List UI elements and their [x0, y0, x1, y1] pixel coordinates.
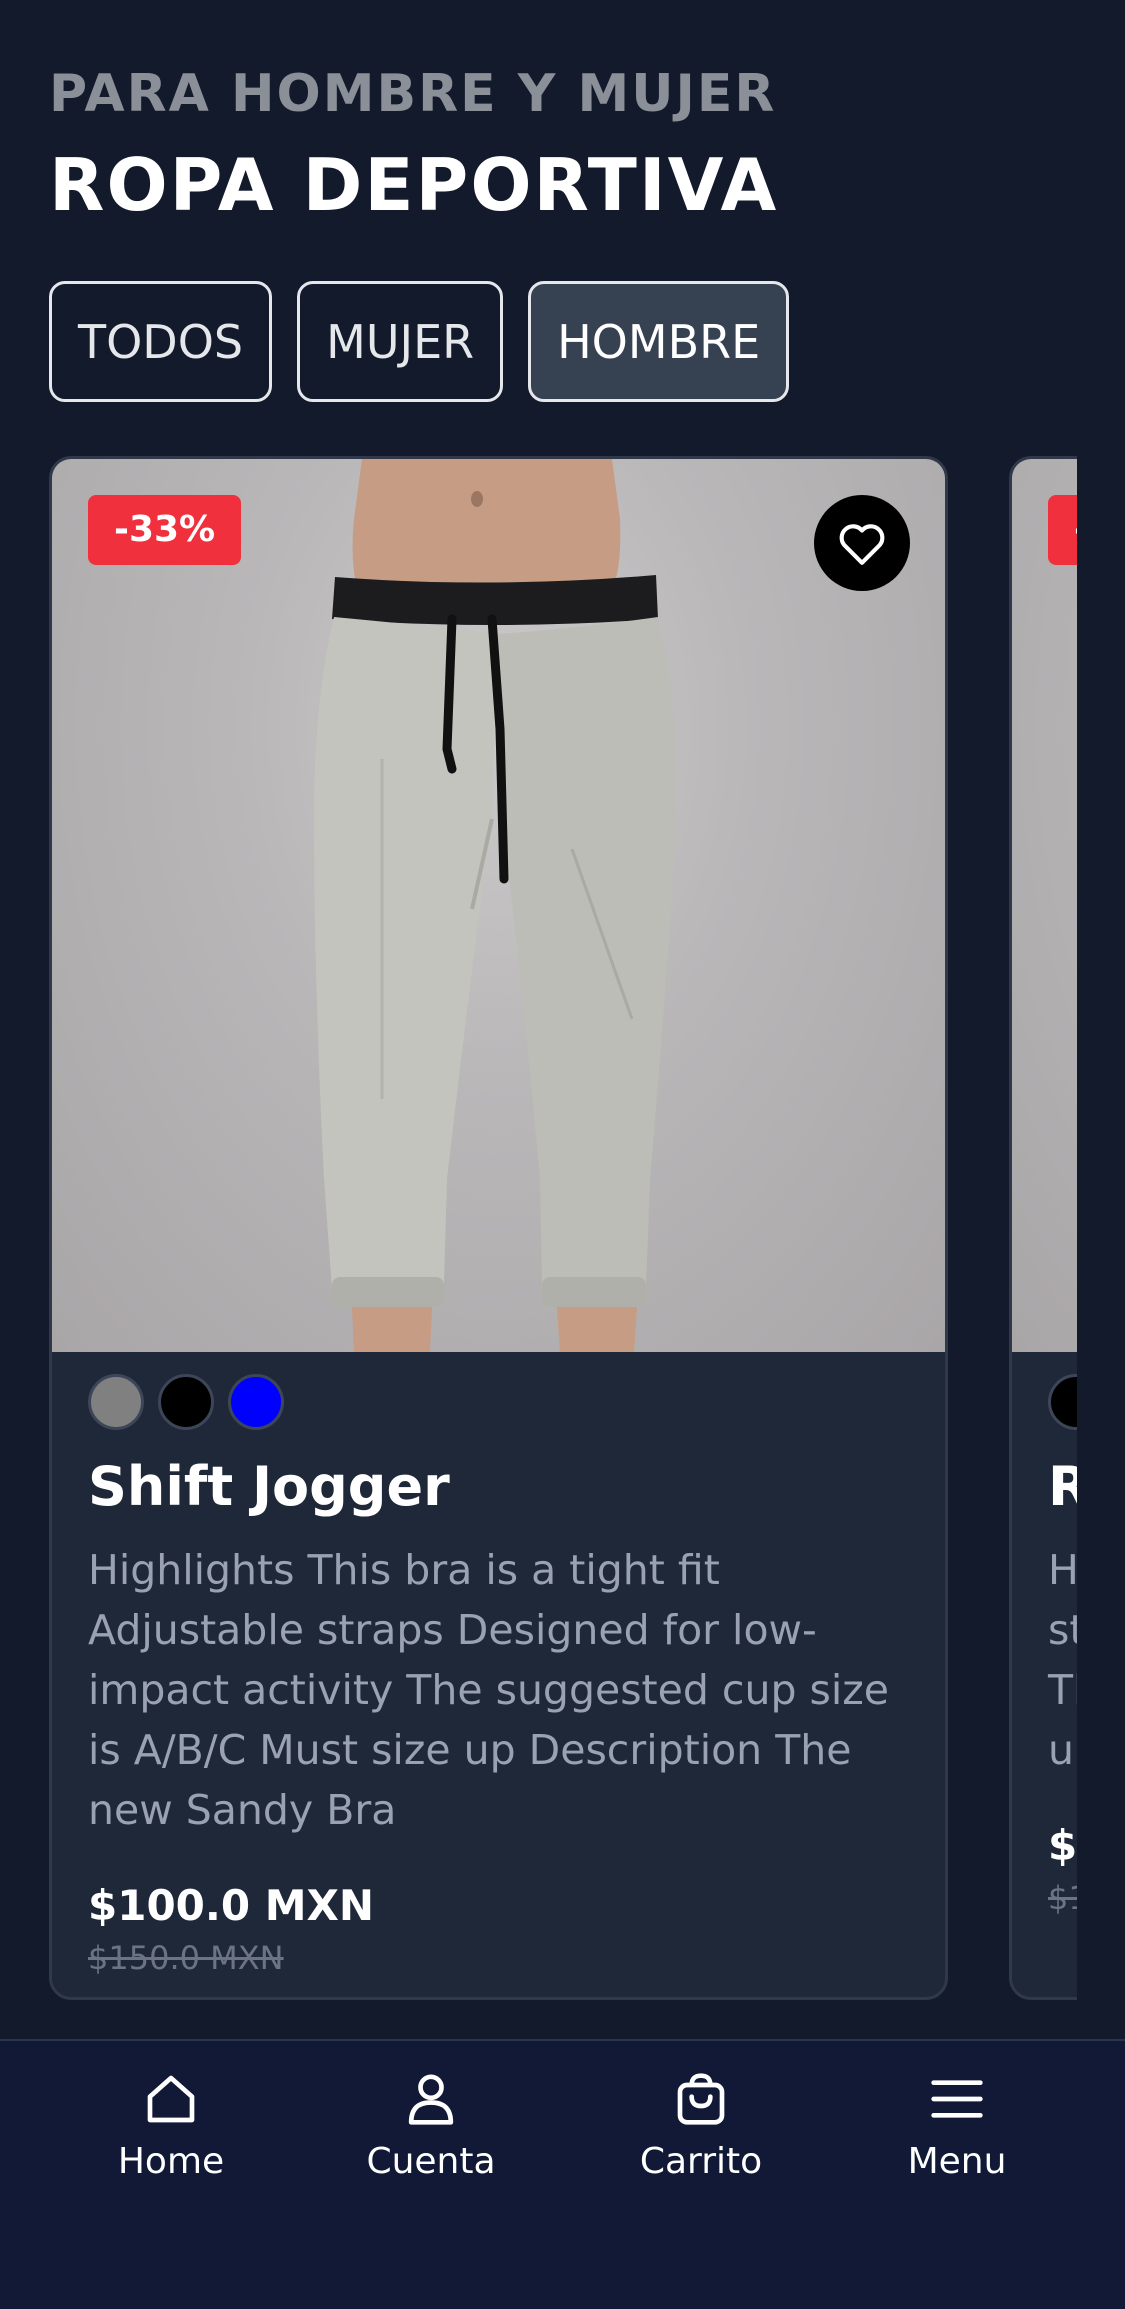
description-line: st [1048, 1606, 1077, 1654]
product-description: Highlights This bra is a tight fit Adjus… [88, 1546, 890, 1834]
nav-home[interactable]: Home [61, 2071, 281, 2182]
product-card[interactable]: -33% Shift Jogger Highlights This bra is… [49, 456, 948, 2000]
description-line: Tl [1048, 1666, 1077, 1714]
discount-badge: -33% [88, 495, 242, 565]
product-name-2: R [1048, 1452, 1077, 1522]
next-product-card-peek[interactable]: - R H st Tl up $ $1 [1009, 456, 1077, 2000]
category-filters: TODOS MUJER HOMBRE [49, 281, 790, 402]
home-icon [147, 2075, 195, 2123]
product-image-2: - [1012, 459, 1077, 1352]
filter-todos-button[interactable]: TODOS [49, 281, 273, 402]
favorite-button[interactable] [814, 495, 910, 591]
jogger-pants-image [314, 459, 677, 1352]
color-swatch-gray[interactable] [88, 1374, 144, 1430]
product-info: Shift Jogger Highlights This bra is a ti… [88, 1374, 909, 1980]
nav-cart[interactable]: Carrito [591, 2071, 811, 2182]
user-icon [408, 2074, 454, 2125]
page-title: ROPA DEPORTIVA [49, 143, 779, 227]
color-swatch-blue[interactable] [228, 1374, 284, 1430]
nav-account-label: Cuenta [366, 2141, 496, 2182]
color-swatch-black-2[interactable] [1048, 1374, 1077, 1430]
product-old-price-2: $1 [1048, 1879, 1077, 1917]
nav-menu[interactable]: Menu [847, 2071, 1067, 2182]
bottom-navigation: Home Cuenta Carrito Menu [0, 2039, 1125, 2309]
description-line: H [1048, 1546, 1077, 1594]
nav-home-label: Home [117, 2141, 225, 2182]
color-swatches-2 [1048, 1374, 1077, 1430]
menu-icon [931, 2080, 983, 2118]
product-info-2: R H st Tl up $ $1 [1048, 1374, 1077, 1920]
product-old-price: $150.0 MXN [88, 1939, 284, 1977]
shopping-bag-icon [677, 2073, 725, 2125]
product-description-2: H st Tl up [1048, 1540, 1077, 1780]
product-price-2: $ [1048, 1821, 1077, 1870]
product-name: Shift Jogger [88, 1455, 450, 1518]
page-header: PARA HOMBRE Y MUJER ROPA DEPORTIVA [49, 62, 778, 230]
filter-mujer-button[interactable]: MUJER [297, 281, 504, 402]
color-swatches [88, 1374, 909, 1430]
heart-icon [839, 524, 885, 565]
nav-menu-label: Menu [907, 2141, 1007, 2182]
nav-cart-label: Carrito [639, 2141, 763, 2182]
page-subtitle: PARA HOMBRE Y MUJER [49, 64, 777, 124]
color-swatch-black[interactable] [158, 1374, 214, 1430]
discount-badge-2: - [1048, 495, 1077, 565]
product-card-2[interactable]: - R H st Tl up $ $1 [1009, 456, 1077, 2000]
nav-account[interactable]: Cuenta [321, 2071, 541, 2182]
product-image[interactable]: -33% [52, 459, 945, 1352]
filter-hombre-button[interactable]: HOMBRE [528, 281, 790, 402]
product-price: $100.0 MXN [88, 1881, 375, 1930]
description-line: up [1048, 1726, 1077, 1774]
